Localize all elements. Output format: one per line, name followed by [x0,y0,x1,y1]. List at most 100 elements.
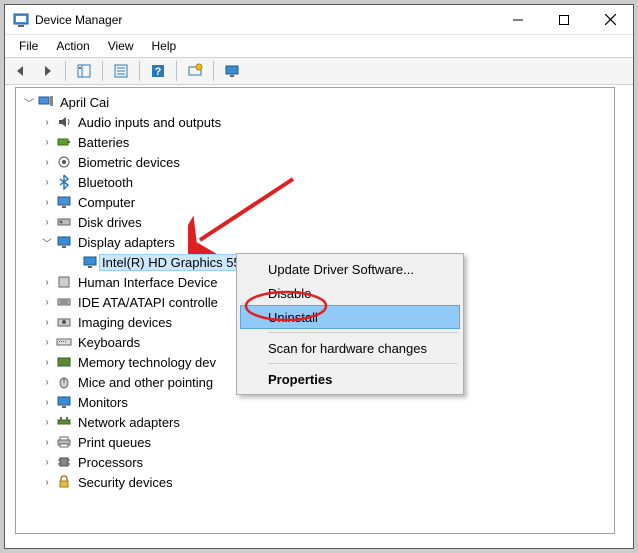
menu-help[interactable]: Help [144,37,185,55]
toolbar-separator [139,61,140,81]
toolbar-separator [176,61,177,81]
tree-label: April Cai [58,95,111,110]
hid-icon [56,274,72,290]
titlebar: Device Manager [5,5,633,35]
tree-label: Bluetooth [76,175,135,190]
tree-item-security[interactable]: › Security devices [16,472,614,492]
tree-root[interactable]: ﹀ April Cai [16,92,614,112]
tree-label: Human Interface Device [76,275,219,290]
tree-item-biometric[interactable]: › Biometric devices [16,152,614,172]
menu-file[interactable]: File [11,37,46,55]
tree-label: Network adapters [76,415,182,430]
tree-label: Computer [76,195,137,210]
chevron-down-icon[interactable]: ﹀ [22,95,36,110]
chevron-right-icon[interactable]: › [40,377,54,388]
tree-label: Audio inputs and outputs [76,115,223,130]
chevron-right-icon[interactable]: › [40,337,54,348]
tree-label: Print queues [76,435,153,450]
monitor-icon-button[interactable] [220,60,244,82]
tree-label: Intel(R) HD Graphics 5500 [99,254,258,271]
chevron-right-icon[interactable]: › [40,117,54,128]
ctx-update-driver[interactable]: Update Driver Software... [240,257,460,281]
context-menu: Update Driver Software... Disable Uninst… [236,253,464,395]
back-button[interactable] [9,60,33,82]
audio-icon [56,114,72,130]
chevron-down-icon[interactable]: ﹀ [40,235,54,250]
chevron-right-icon[interactable]: › [40,217,54,228]
help-button[interactable]: ? [146,60,170,82]
tree-item-network[interactable]: › Network adapters [16,412,614,432]
printer-icon [56,434,72,450]
monitor-icon [56,394,72,410]
chevron-right-icon[interactable]: › [40,137,54,148]
tree-label: Biometric devices [76,155,182,170]
ide-icon [56,294,72,310]
chevron-right-icon[interactable]: › [40,177,54,188]
menu-view[interactable]: View [100,37,142,55]
ctx-uninstall[interactable]: Uninstall [240,305,460,329]
display-icon [56,234,72,250]
tree-label: IDE ATA/ATAPI controlle [76,295,220,310]
computer-icon [56,194,72,210]
chevron-right-icon[interactable]: › [40,397,54,408]
toolbar-separator [213,61,214,81]
scan-button[interactable] [183,60,207,82]
app-icon [13,12,29,28]
processor-icon [56,454,72,470]
tree-label: Batteries [76,135,131,150]
tree-item-batteries[interactable]: › Batteries [16,132,614,152]
chevron-right-icon[interactable]: › [40,197,54,208]
ctx-properties[interactable]: Properties [240,367,460,391]
tree-label: Mice and other pointing [76,375,215,390]
tree-item-computer[interactable]: › Computer [16,192,614,212]
tree-item-monitors[interactable]: › Monitors [16,392,614,412]
toolbar-separator [65,61,66,81]
tree-label: Keyboards [76,335,142,350]
chevron-right-icon[interactable]: › [40,317,54,328]
minimize-button[interactable] [495,5,541,34]
chevron-right-icon[interactable]: › [40,477,54,488]
tree-label: Imaging devices [76,315,174,330]
toolbar: ? [5,57,633,85]
tree-item-diskdrives[interactable]: › Disk drives [16,212,614,232]
window-controls [495,5,633,34]
tree-label: Memory technology dev [76,355,218,370]
tree-label: Processors [76,455,145,470]
tree-item-audio[interactable]: › Audio inputs and outputs [16,112,614,132]
disk-icon [56,214,72,230]
menu-action[interactable]: Action [48,37,97,55]
properties-button[interactable] [109,60,133,82]
imaging-icon [56,314,72,330]
tree-item-processors[interactable]: › Processors [16,452,614,472]
show-hide-tree-button[interactable] [72,60,96,82]
biometric-icon [56,154,72,170]
tree-label: Monitors [76,395,130,410]
tree-label: Disk drives [76,215,144,230]
chevron-right-icon[interactable]: › [40,417,54,428]
close-button[interactable] [587,5,633,34]
chevron-right-icon[interactable]: › [40,277,54,288]
menubar: File Action View Help [5,35,633,57]
chevron-right-icon[interactable]: › [40,297,54,308]
security-icon [56,474,72,490]
ctx-separator [268,363,458,364]
ctx-disable[interactable]: Disable [240,281,460,305]
chevron-right-icon[interactable]: › [40,157,54,168]
chevron-right-icon[interactable]: › [40,437,54,448]
svg-text:?: ? [155,66,162,78]
tree-label: Security devices [76,475,175,490]
bluetooth-icon [56,174,72,190]
maximize-button[interactable] [541,5,587,34]
tree-item-printqueues[interactable]: › Print queues [16,432,614,452]
tree-item-display[interactable]: ﹀ Display adapters [16,232,614,252]
network-icon [56,414,72,430]
chevron-right-icon[interactable]: › [40,457,54,468]
toolbar-separator [102,61,103,81]
ctx-scan[interactable]: Scan for hardware changes [240,336,460,360]
keyboard-icon [56,334,72,350]
chevron-right-icon[interactable]: › [40,357,54,368]
memory-icon [56,354,72,370]
mouse-icon [56,374,72,390]
forward-button[interactable] [35,60,59,82]
tree-item-bluetooth[interactable]: › Bluetooth [16,172,614,192]
